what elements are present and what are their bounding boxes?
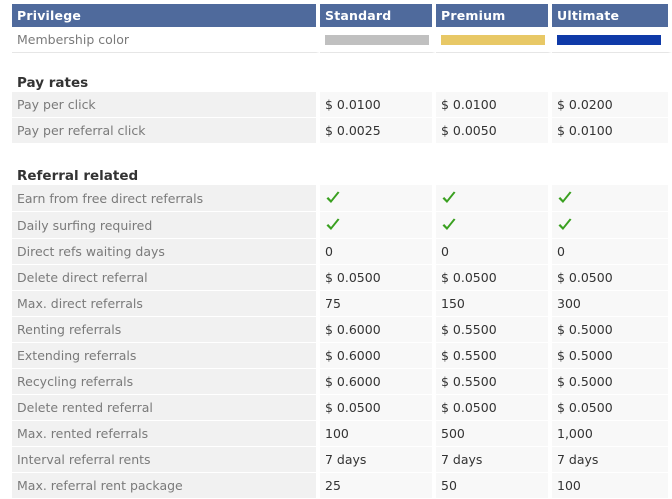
standard-value: $ 0.6000	[320, 343, 436, 369]
membership-color-label: Membership color	[12, 27, 320, 53]
ultimate-value: 1,000	[552, 421, 672, 447]
standard-value: 0	[320, 239, 436, 265]
membership-comparison-table: Privilege Standard Premium Ultimate Memb…	[12, 4, 672, 499]
row-label: Renting referrals	[12, 317, 320, 343]
table-row: Extending referrals $ 0.6000 $ 0.5500 $ 0.5…	[12, 343, 672, 369]
table-row: Max. referral rent package 25 50 100	[12, 473, 672, 499]
ultimate-value: 7 days	[552, 447, 672, 473]
table-row: Max. rented referrals 100 500 1,000	[12, 421, 672, 447]
table-header-row: Privilege Standard Premium Ultimate	[12, 4, 672, 27]
standard-value: 7 days	[320, 447, 436, 473]
row-label: Recycling referrals	[12, 369, 320, 395]
table-row: Pay per referral click $ 0.0025 $ 0.0050…	[12, 118, 672, 144]
row-label: Max. rented referrals	[12, 421, 320, 447]
row-label: Daily surfing required	[12, 212, 320, 239]
ultimate-value: $ 0.5000	[552, 369, 672, 395]
premium-value: 500	[436, 421, 552, 447]
standard-check-icon	[325, 217, 341, 233]
standard-value: 100	[320, 421, 436, 447]
premium-value: $ 0.5500	[436, 369, 552, 395]
row-label: Extending referrals	[12, 343, 320, 369]
ultimate-check-icon	[557, 217, 573, 233]
section-pay-rates: Pay rates	[12, 53, 672, 92]
table-row: Direct refs waiting days 0 0 0	[12, 239, 672, 265]
premium-value: $ 0.0050	[436, 118, 552, 144]
table-row: Interval referral rents 7 days 7 days 7 day…	[12, 447, 672, 473]
ultimate-color-swatch	[557, 34, 661, 45]
header-privilege: Privilege	[12, 4, 320, 27]
table-row: Renting referrals $ 0.6000 $ 0.5500 $ 0.500…	[12, 317, 672, 343]
header-premium: Premium	[436, 4, 552, 27]
table-row: Daily surfing required	[12, 212, 672, 239]
row-label: Pay per referral click	[12, 118, 320, 144]
table-row: Max. direct referrals 75 150 300	[12, 291, 672, 317]
table-row: Recycling referrals $ 0.6000 $ 0.5500 $ 0.5…	[12, 369, 672, 395]
ultimate-value: $ 0.0100	[552, 118, 672, 144]
membership-color-row: Membership color	[12, 27, 672, 53]
standard-value: $ 0.6000	[320, 317, 436, 343]
standard-value: $ 0.0500	[320, 265, 436, 291]
table-row: Delete rented referral $ 0.0500 $ 0.0500 $ …	[12, 395, 672, 421]
standard-value: $ 0.0025	[320, 118, 436, 144]
premium-value: $ 0.0500	[436, 265, 552, 291]
premium-check-icon	[441, 217, 457, 233]
row-label: Interval referral rents	[12, 447, 320, 473]
premium-value: $ 0.5500	[436, 343, 552, 369]
row-label: Earn from free direct referrals	[12, 185, 320, 212]
header-standard: Standard	[320, 4, 436, 27]
ultimate-value: $ 0.5000	[552, 317, 672, 343]
ultimate-value: 0	[552, 239, 672, 265]
standard-value: $ 0.0500	[320, 395, 436, 421]
ultimate-value: 100	[552, 473, 672, 499]
ultimate-value: 300	[552, 291, 672, 317]
ultimate-check-icon	[557, 190, 573, 206]
ultimate-value: $ 0.0500	[552, 395, 672, 421]
section-referral-related: Referral related	[12, 144, 672, 185]
premium-check-icon	[441, 190, 457, 206]
row-label: Max. referral rent package	[12, 473, 320, 499]
row-label: Delete direct referral	[12, 265, 320, 291]
premium-value: $ 0.0100	[436, 92, 552, 118]
header-ultimate: Ultimate	[552, 4, 672, 27]
standard-color-swatch	[325, 34, 429, 45]
row-label: Pay per click	[12, 92, 320, 118]
premium-value: $ 0.5500	[436, 317, 552, 343]
ultimate-value: $ 0.0500	[552, 265, 672, 291]
standard-value: $ 0.0100	[320, 92, 436, 118]
row-label: Delete rented referral	[12, 395, 320, 421]
section-title-referral-related: Referral related	[12, 144, 672, 185]
standard-value: 25	[320, 473, 436, 499]
standard-value: 75	[320, 291, 436, 317]
ultimate-value: $ 0.0200	[552, 92, 672, 118]
row-label: Max. direct referrals	[12, 291, 320, 317]
premium-color-swatch	[441, 34, 545, 45]
premium-value: 0	[436, 239, 552, 265]
standard-check-icon	[325, 190, 341, 206]
premium-value: 150	[436, 291, 552, 317]
table-row: Pay per click $ 0.0100 $ 0.0100 $ 0.0200	[12, 92, 672, 118]
table-row: Earn from free direct referrals	[12, 185, 672, 212]
premium-value: 50	[436, 473, 552, 499]
ultimate-value: $ 0.5000	[552, 343, 672, 369]
premium-value: $ 0.0500	[436, 395, 552, 421]
row-label: Direct refs waiting days	[12, 239, 320, 265]
section-title-pay-rates: Pay rates	[12, 53, 672, 92]
premium-value: 7 days	[436, 447, 552, 473]
table-row: Delete direct referral $ 0.0500 $ 0.0500 $ …	[12, 265, 672, 291]
standard-value: $ 0.6000	[320, 369, 436, 395]
